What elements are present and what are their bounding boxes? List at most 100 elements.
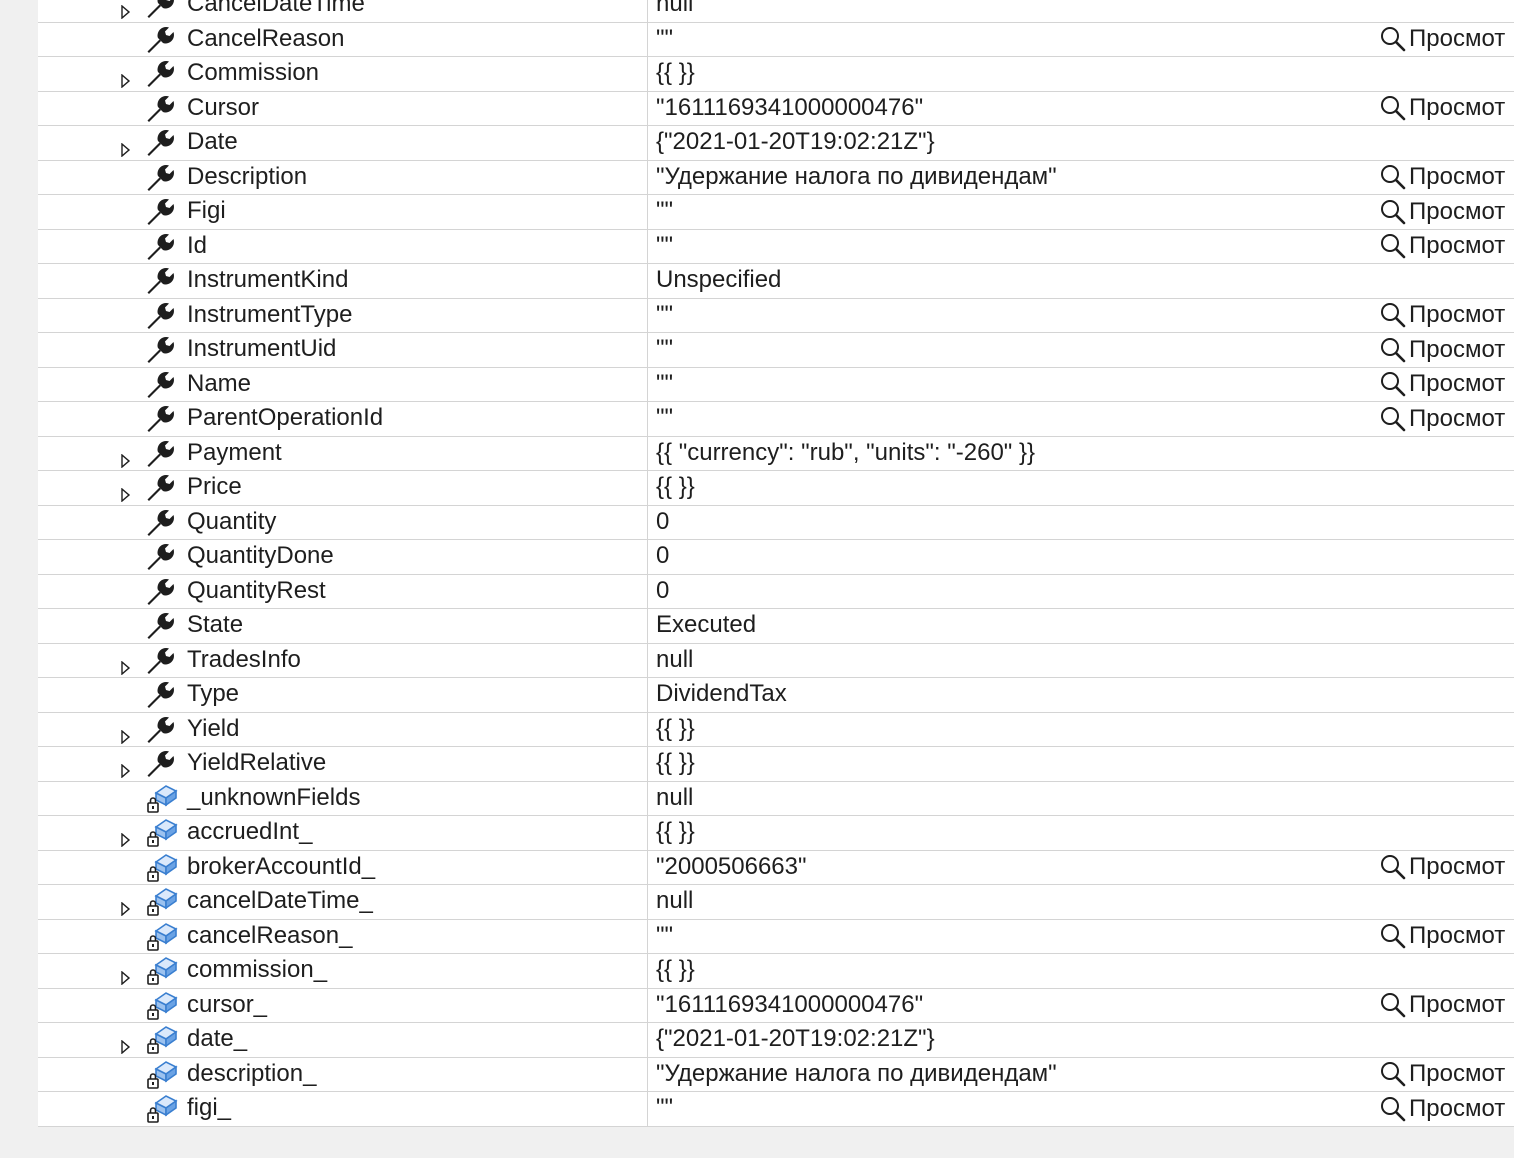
expand-arrow-icon[interactable] [120,447,132,469]
watch-row[interactable]: ParentOperationId "" Просмот [38,402,1514,437]
member-value: DividendTax [656,680,787,707]
text-visualizer-button[interactable]: Просмот [1379,195,1514,229]
expand-arrow-icon[interactable] [120,67,132,89]
watch-row[interactable]: Name "" Просмот [38,367,1514,402]
watch-row[interactable]: commission_ {{ }} [38,954,1514,989]
magnifier-icon [1379,198,1409,226]
member-name: ParentOperationId [187,404,384,431]
member-value: null [656,645,694,673]
text-visualizer-button[interactable]: Просмот [1379,920,1514,954]
watch-row[interactable]: State Executed [38,609,1514,644]
text-visualizer-button[interactable]: Просмот [1379,230,1514,264]
magnifier-icon [1379,370,1409,398]
view-label: Просмот [1409,1060,1506,1088]
property-wrench-icon [146,679,178,711]
watch-row[interactable]: cancelReason_ "" Просмот [38,919,1514,954]
member-value: {{ }} [656,473,695,500]
name-cell: CancelDateTime [38,0,648,22]
private-field-icon [146,1093,178,1125]
watch-row[interactable]: QuantityRest 0 [38,574,1514,609]
watch-row[interactable]: InstrumentType "" Просмот [38,298,1514,333]
text-visualizer-button[interactable]: Просмот [1379,989,1514,1023]
name-cell: Figi [38,195,648,229]
magnifier-icon [1379,163,1409,191]
member-value: "" [656,24,674,52]
member-name: CancelDateTime [187,0,365,17]
property-wrench-icon [146,645,178,677]
watch-row[interactable]: Figi "" Просмот [38,195,1514,230]
text-visualizer-button[interactable]: Просмот [1379,161,1514,195]
watch-row[interactable]: Type DividendTax [38,678,1514,713]
watch-row[interactable]: Yield {{ }} [38,712,1514,747]
watch-row[interactable]: InstrumentUid "" Просмот [38,333,1514,368]
expand-arrow-icon[interactable] [120,895,132,917]
watch-row[interactable]: cancelDateTime_ null [38,885,1514,920]
member-name: Yield [187,714,240,742]
watch-row[interactable]: Commission {{ }} [38,57,1514,92]
watch-row[interactable]: Quantity 0 [38,505,1514,540]
member-name: cancelDateTime_ [187,887,373,914]
magnifier-icon [1379,405,1409,433]
text-visualizer-button[interactable]: Просмот [1379,23,1514,57]
watch-row[interactable]: Cursor "1611169341000000476" Просмот [38,91,1514,126]
expand-arrow-icon[interactable] [120,723,132,745]
expand-arrow-icon[interactable] [120,481,132,503]
property-wrench-icon [146,438,178,470]
watch-row[interactable]: brokerAccountId_ "2000506663" Просмот [38,850,1514,885]
watch-row[interactable]: date_ {"2021-01-20T19:02:21Z"} [38,1023,1514,1058]
text-visualizer-button[interactable]: Просмот [1379,851,1514,885]
name-cell: Description [38,160,648,194]
name-cell: Payment [38,436,648,470]
text-visualizer-button[interactable]: Просмот [1379,368,1514,402]
expand-arrow-icon[interactable] [120,136,132,158]
watch-row[interactable]: figi_ "" Просмот [38,1092,1514,1127]
text-visualizer-button[interactable]: Просмот [1379,92,1514,126]
text-visualizer-button[interactable]: Просмот [1379,402,1514,436]
text-visualizer-button[interactable]: Просмот [1379,333,1514,367]
property-wrench-icon [146,0,178,21]
name-cell: date_ [38,1023,648,1057]
member-value: "" [656,231,674,259]
watch-row[interactable]: CancelReason "" Просмот [38,22,1514,57]
expand-arrow-icon[interactable] [120,654,132,676]
text-visualizer-button[interactable]: Просмот [1379,299,1514,333]
member-name: InstrumentType [187,300,353,328]
member-name: Quantity [187,507,277,535]
watch-row[interactable]: Date {"2021-01-20T19:02:21Z"} [38,126,1514,161]
member-value: "" [656,1094,674,1121]
expand-arrow-icon[interactable] [120,826,132,848]
name-cell: QuantityDone [38,540,648,574]
watch-row[interactable]: Price {{ }} [38,471,1514,506]
private-field-icon [146,921,178,953]
private-field-icon [146,990,178,1022]
expand-arrow-icon[interactable] [120,964,132,986]
member-value: {{ }} [656,956,695,983]
watch-row[interactable]: YieldRelative {{ }} [38,747,1514,782]
expand-arrow-icon[interactable] [120,757,132,779]
watch-row[interactable]: description_ "Удержание налога по дивиден… [38,1057,1514,1092]
name-cell: Commission [38,57,648,91]
member-value: {{ "currency": "rub", "units": "-260" }} [656,438,1036,466]
member-value: 0 [656,507,670,535]
property-wrench-icon [146,369,178,401]
watch-row[interactable]: InstrumentKind Unspecified [38,264,1514,299]
member-value: null [656,0,694,17]
name-cell: commission_ [38,954,648,988]
watch-row[interactable]: TradesInfo null [38,643,1514,678]
watch-row[interactable]: _unknownFields null [38,781,1514,816]
watch-row[interactable]: accruedInt_ {{ }} [38,816,1514,851]
watch-row[interactable]: Payment {{ "currency": "rub", "units": "-… [38,436,1514,471]
watch-row[interactable]: QuantityDone 0 [38,540,1514,575]
watch-row[interactable]: cursor_ "1611169341000000476" Просмот [38,988,1514,1023]
watch-row[interactable]: CancelDateTime null [38,0,1514,23]
text-visualizer-button[interactable]: Просмот [1379,1058,1514,1092]
member-value: "" [656,921,674,949]
private-field-icon [146,783,178,815]
expand-arrow-icon[interactable] [120,1033,132,1055]
watch-row[interactable]: Id "" Просмот [38,229,1514,264]
text-visualizer-button[interactable]: Просмот [1379,1092,1514,1126]
name-cell: InstrumentType [38,298,648,332]
expand-arrow-icon[interactable] [120,0,132,20]
watch-row[interactable]: Description "Удержание налога по дивиденд… [38,160,1514,195]
member-name: QuantityRest [187,576,326,604]
